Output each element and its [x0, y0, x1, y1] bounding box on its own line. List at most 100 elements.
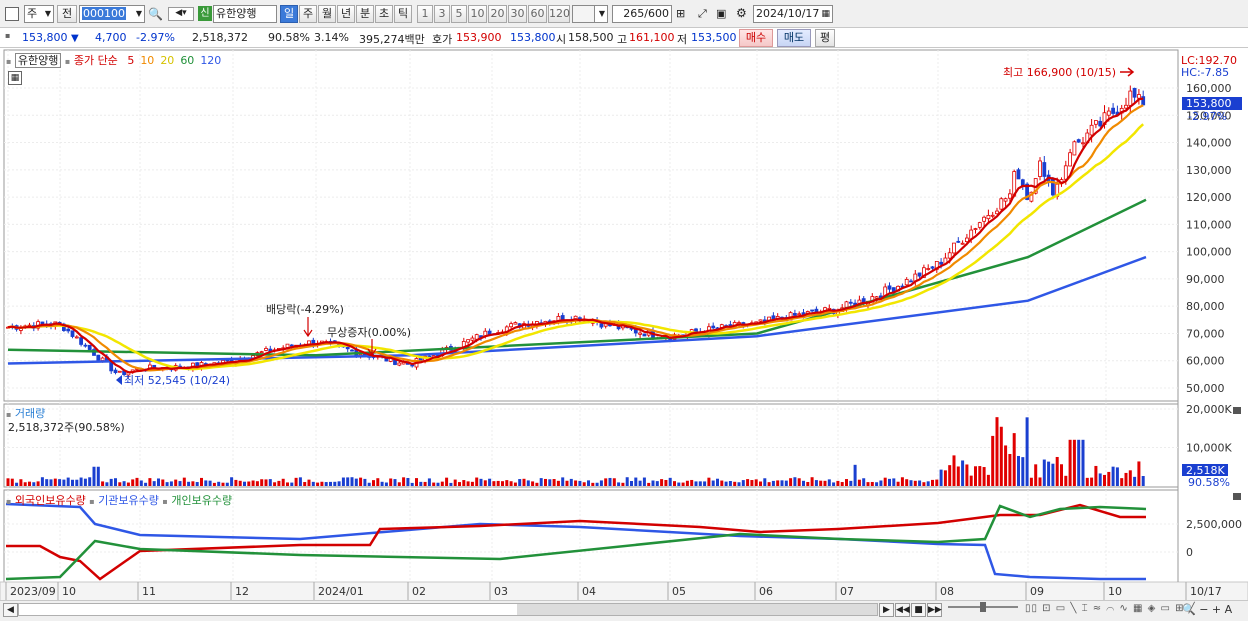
volume-bar: [277, 480, 281, 486]
chart-area[interactable]: 160,000 150,000 140,000 130,000 120,000 110,0…: [0, 49, 1248, 602]
legend-ma-120[interactable]: 120: [200, 54, 221, 67]
date-input[interactable]: 2024/10/17 ▦: [753, 5, 833, 23]
volume-bar: [561, 477, 565, 486]
interval-button-2[interactable]: 5: [451, 5, 467, 23]
gear-icon[interactable]: ⚙: [736, 6, 747, 20]
period-select[interactable]: 주 ▼: [24, 5, 54, 23]
sell-button[interactable]: 매도: [777, 29, 811, 47]
count-input[interactable]: 265/600: [612, 5, 672, 23]
volume-bar: [182, 477, 186, 486]
count-value: 265: [623, 7, 645, 20]
volume-bar: [870, 481, 874, 486]
code-input[interactable]: 000100 ▼: [79, 5, 145, 23]
horizontal-scrollbar[interactable]: [18, 603, 878, 616]
interval-button-6[interactable]: 60: [528, 5, 547, 23]
volume-bar: [58, 479, 62, 486]
interval-button-1[interactable]: 3: [434, 5, 450, 23]
stock-chart[interactable]: 160,000150,000140,000130,000120,000110,0…: [0, 49, 1248, 602]
legend-marker-icon: ▪: [6, 497, 12, 506]
calendar-icon: ▦: [821, 9, 830, 19]
y-tick-label: 80,000: [1186, 300, 1225, 313]
volume-bar: [647, 482, 651, 486]
zoom-slider-thumb[interactable]: [980, 602, 986, 612]
volume-bar: [711, 480, 715, 486]
candle-body: [1124, 104, 1128, 109]
tab-4[interactable]: 분: [356, 5, 374, 23]
evaluate-button[interactable]: 평: [815, 29, 835, 47]
interval-button-0[interactable]: 1: [417, 5, 433, 23]
candle-body: [793, 313, 797, 316]
drag-handle-icon[interactable]: ▪: [5, 31, 10, 40]
drawing-tools[interactable]: ▯▯ ⊡ ▭ ╲ ⌶ ≈ ⌒ ∿ ▦ ◈ ▭ ⊞ ╱: [1025, 603, 1196, 614]
legend-marker-icon: ▪: [6, 57, 12, 66]
tab-3[interactable]: 년: [337, 5, 355, 23]
volume-bar: [651, 480, 655, 486]
candle-body: [599, 323, 604, 328]
legend-ma-20[interactable]: 20: [160, 54, 174, 67]
legend-ma-label[interactable]: 종가 단순: [74, 54, 118, 67]
buy-button[interactable]: 매수: [739, 29, 773, 47]
candle-body: [474, 334, 479, 340]
foreign-holding-label[interactable]: 외국인보유수량: [15, 494, 86, 507]
scroll-thumb[interactable]: [517, 604, 877, 615]
draw-tool-icon[interactable]: ⤢: [698, 7, 707, 21]
tab-1[interactable]: 주: [299, 5, 317, 23]
tab-2[interactable]: 월: [318, 5, 336, 23]
stop-icon[interactable]: ■: [911, 603, 926, 617]
x-tick-label: 05: [672, 585, 686, 598]
legend-ma-5[interactable]: 5: [127, 54, 134, 67]
legend-ma-10[interactable]: 10: [140, 54, 154, 67]
tab-6[interactable]: 틱: [394, 5, 412, 23]
prev-button[interactable]: 전: [57, 5, 77, 23]
rewind-icon[interactable]: ◀◀: [895, 603, 910, 617]
volume-bar: [655, 481, 659, 486]
volume-bar: [234, 479, 238, 486]
volume-bar: [574, 480, 578, 486]
interval-button-4[interactable]: 20: [488, 5, 507, 23]
grid-icon[interactable]: ▦: [8, 71, 22, 85]
scroll-right-icon[interactable]: ▶: [879, 603, 894, 617]
volume-bar: [522, 478, 526, 486]
save-icon[interactable]: ▣: [716, 7, 726, 20]
volume-bar: [88, 477, 92, 486]
volume-bar: [251, 480, 255, 486]
volume-bar: [819, 480, 823, 486]
volume-bar: [724, 481, 728, 486]
volume-bar: [144, 482, 148, 486]
search-icon[interactable]: 🔍: [148, 7, 163, 21]
legend-ma-60[interactable]: 60: [180, 54, 194, 67]
volume-bar: [905, 479, 909, 486]
candle-body: [638, 332, 642, 335]
candle-body: [965, 237, 969, 242]
volume-bar: [212, 482, 216, 486]
high-label: 고: [617, 33, 628, 46]
low-price: 153,500: [691, 31, 737, 44]
candle-body: [926, 268, 931, 270]
interval-button-3[interactable]: 10: [468, 5, 487, 23]
volume-bar: [346, 477, 350, 486]
window-icon[interactable]: [5, 7, 19, 21]
volume-value-label: 2,518,372주(90.58%): [8, 421, 125, 434]
volume-bar: [754, 479, 758, 486]
speaker-icon[interactable]: ◀▾: [168, 7, 194, 21]
volume-bar: [320, 481, 324, 486]
volume-bar: [625, 477, 629, 486]
candle-type-icon[interactable]: ⊞: [676, 7, 685, 20]
zoom-controls[interactable]: 🔍 − + A: [1182, 603, 1232, 616]
tab-5[interactable]: 초: [375, 5, 393, 23]
y-tick-label: 160,000: [1186, 82, 1232, 95]
interval-button-7[interactable]: 120: [548, 5, 570, 23]
legend-stock-name[interactable]: 유한양행: [14, 53, 62, 68]
scroll-left-icon[interactable]: ◀: [3, 603, 18, 617]
volume-tick-label: 20,000K: [1186, 403, 1232, 416]
inst-holding-label[interactable]: 기관보유수량: [98, 494, 159, 507]
interval-button-5[interactable]: 30: [508, 5, 527, 23]
indiv-holding-label[interactable]: 개인보유수량: [171, 494, 232, 507]
fast-forward-icon[interactable]: ▶▶: [927, 603, 942, 617]
candle-body: [397, 362, 402, 366]
tab-0[interactable]: 일: [280, 5, 298, 23]
chevron-down-icon[interactable]: ▼: [594, 5, 608, 23]
holding-legend: ▪ 외국인보유수량 ▪ 기관보유수량 ▪ 개인보유수량: [6, 492, 232, 508]
volume-bar: [840, 482, 844, 486]
volume-bar: [161, 479, 165, 486]
